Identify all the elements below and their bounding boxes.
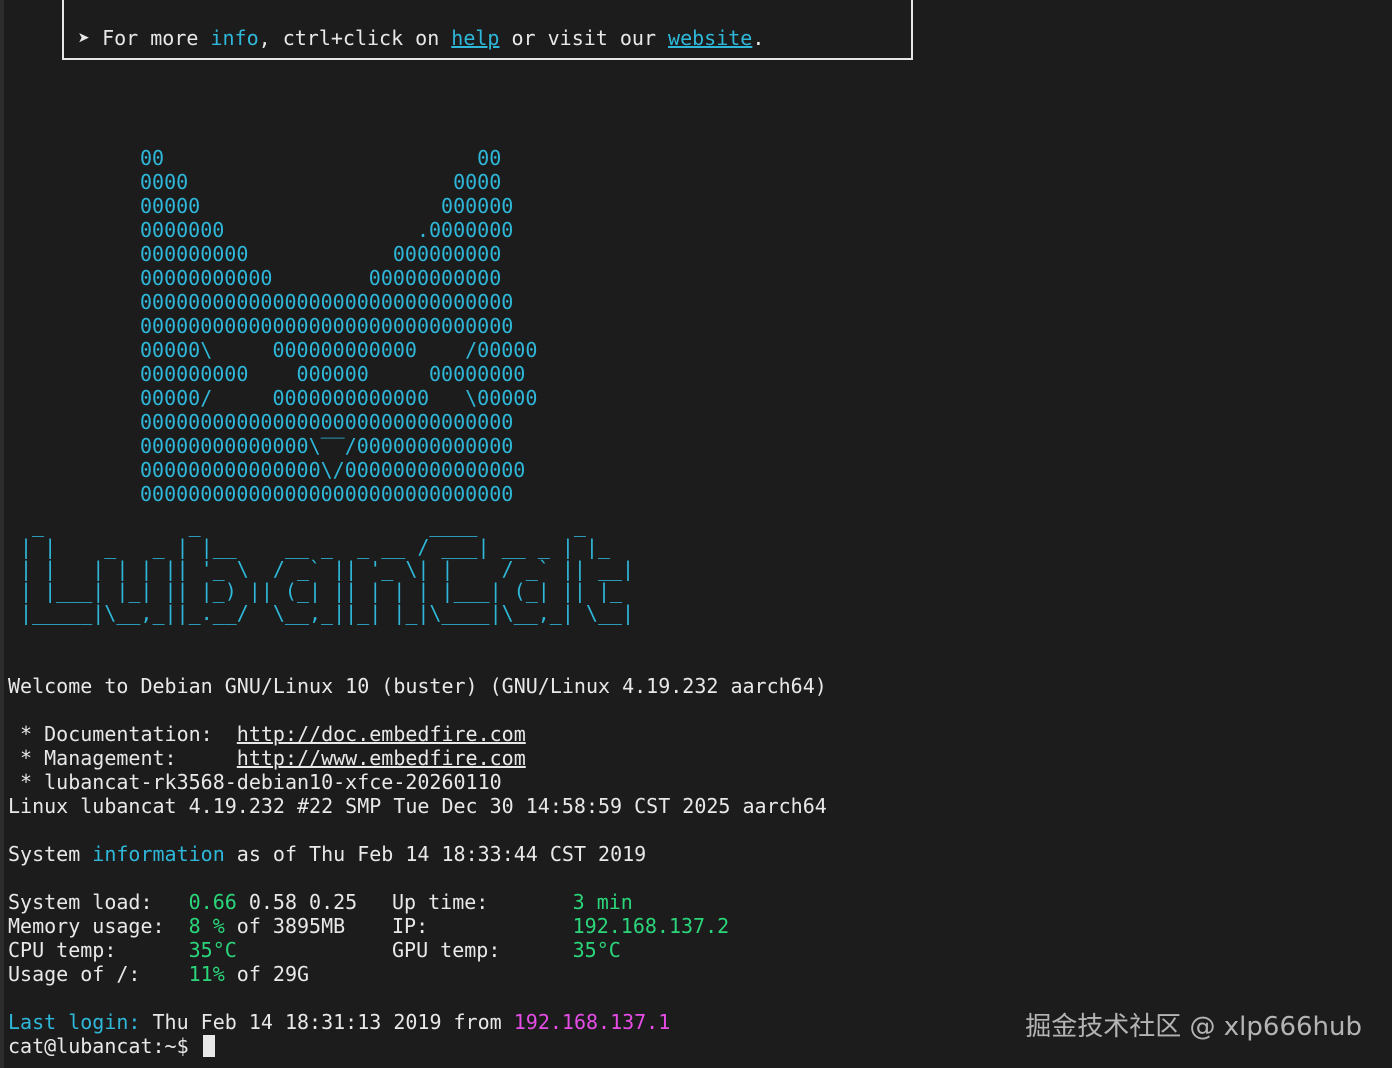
information-word: information <box>92 842 225 866</box>
doc-line: * Documentation: http://doc.embedfire.co… <box>8 722 526 746</box>
image-line: * lubancat-rk3568-debian10-xfce-20260110 <box>8 770 502 794</box>
last-login-line: Last login: Thu Feb 14 18:31:13 2019 fro… <box>8 1010 671 1034</box>
arrow-icon: ➤ <box>78 26 91 50</box>
ip-value: 192.168.137.2 <box>572 914 730 938</box>
management-line: * Management: http://www.embedfire.com <box>8 746 526 770</box>
uptime-row: Up time: 3 min <box>392 890 633 914</box>
window-edge <box>0 0 4 1068</box>
doc-url-link[interactable]: http://doc.embedfire.com <box>237 722 526 746</box>
shell-prompt: cat@lubancat:~$ <box>8 1034 201 1058</box>
website-link[interactable]: website <box>668 26 752 50</box>
ip-row: IP: 192.168.137.2 <box>392 914 730 938</box>
lubancat-ascii-logo: _ _ ____ _ | | _ _ | |__ __ _ _ __ / ___… <box>20 513 635 625</box>
system-info-line: System information as of Thu Feb 14 18:3… <box>8 842 647 866</box>
uptime-value: 3 min <box>572 890 633 914</box>
watermark: 掘金技术社区 @ xlp666hub <box>1025 1012 1362 1042</box>
load-value: 0.66 <box>188 890 237 914</box>
info-word: info <box>210 26 259 50</box>
disk-usage-row: Usage of /: 11% of 29G <box>8 962 310 986</box>
terminal-window[interactable]: ➤ For more info, ctrl+click on help or v… <box>0 0 1392 1068</box>
ascii-cat-art: 00 00 0000 0000 00000 000000 0000000 .00… <box>140 146 538 506</box>
prompt-line[interactable]: cat@lubancat:~$ <box>8 1034 215 1058</box>
cpu-temp-row: CPU temp: 35°C <box>8 938 237 962</box>
terminal-cursor <box>202 1035 215 1057</box>
help-link[interactable]: help <box>451 26 499 50</box>
system-load-row: System load: 0.66 0.58 0.25 <box>8 890 358 914</box>
management-url-link[interactable]: http://www.embedfire.com <box>237 746 526 770</box>
gpu-temp-row: GPU temp: 35°C <box>392 938 621 962</box>
last-login-ip: 192.168.137.1 <box>513 1010 671 1034</box>
uname-line: Linux lubancat 4.19.232 #22 SMP Tue Dec … <box>8 794 827 818</box>
last-login-label: Last login: <box>8 1010 141 1034</box>
memory-row: Memory usage: 8 % of 3895MB <box>8 914 346 938</box>
memory-value: 8 % <box>188 914 225 938</box>
info-line: ➤ For more info, ctrl+click on help or v… <box>78 26 765 50</box>
welcome-line: Welcome to Debian GNU/Linux 10 (buster) … <box>8 674 827 698</box>
disk-usage-value: 11% <box>188 962 225 986</box>
cpu-temp-value: 35°C <box>188 938 237 962</box>
gpu-temp-value: 35°C <box>572 938 621 962</box>
